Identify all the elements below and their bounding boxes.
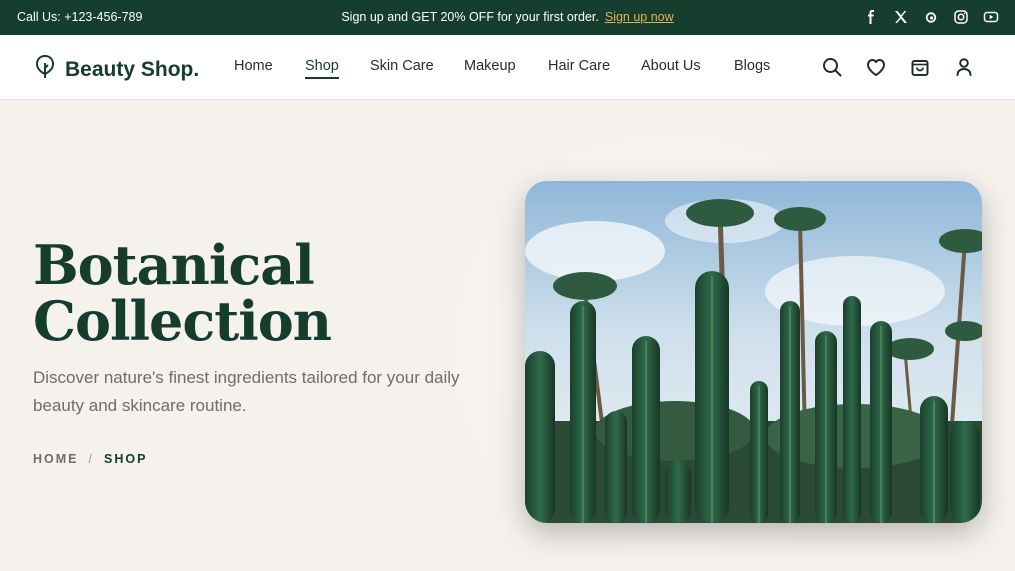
hero-title-line-1: Botanical — [33, 233, 315, 297]
nav-hair-care[interactable]: Hair Care — [548, 58, 610, 74]
breadcrumb-home[interactable]: HOME — [33, 452, 79, 466]
instagram-icon[interactable] — [953, 9, 969, 25]
breadcrumb-current: SHOP — [103, 452, 148, 466]
sign-up-link[interactable]: Sign up now — [605, 10, 674, 24]
promo-bar: Call Us: +123-456-789 Sign up and GET 20… — [0, 0, 1015, 35]
nav-makeup[interactable]: Makeup — [464, 58, 516, 74]
user-icon[interactable] — [953, 56, 975, 78]
hero-title-line-2: Collection — [33, 289, 332, 353]
heart-icon[interactable] — [865, 56, 887, 78]
breadcrumb: HOME / SHOP — [33, 452, 147, 466]
leaf-logo-icon — [35, 54, 55, 85]
hero-title: Botanical Collection — [33, 233, 332, 353]
nav-skin-care[interactable]: Skin Care — [370, 58, 434, 74]
promo-text: Sign up and GET 20% OFF for your first o… — [341, 10, 599, 24]
nav-shop[interactable]: Shop — [305, 58, 339, 79]
threads-icon[interactable] — [923, 9, 939, 25]
header-actions — [821, 56, 975, 78]
nav-about-us[interactable]: About Us — [641, 58, 701, 74]
nav-home[interactable]: Home — [234, 58, 273, 74]
cart-icon[interactable] — [909, 56, 931, 78]
hero-subtitle: Discover nature's finest ingredients tai… — [33, 368, 460, 415]
social-links — [863, 9, 999, 25]
nav-blogs[interactable]: Blogs — [734, 58, 770, 74]
logo[interactable]: Beauty Shop. — [35, 54, 199, 85]
brand-name: Beauty Shop. — [65, 57, 200, 81]
site-header: Beauty Shop. Home Shop Skin Care Makeup … — [0, 35, 1015, 100]
hero-image-cactus-garden — [525, 181, 982, 523]
breadcrumb-separator: / — [88, 452, 94, 466]
search-icon[interactable] — [821, 56, 843, 78]
facebook-icon[interactable] — [863, 9, 879, 25]
youtube-icon[interactable] — [983, 9, 999, 25]
x-icon[interactable] — [893, 9, 909, 25]
